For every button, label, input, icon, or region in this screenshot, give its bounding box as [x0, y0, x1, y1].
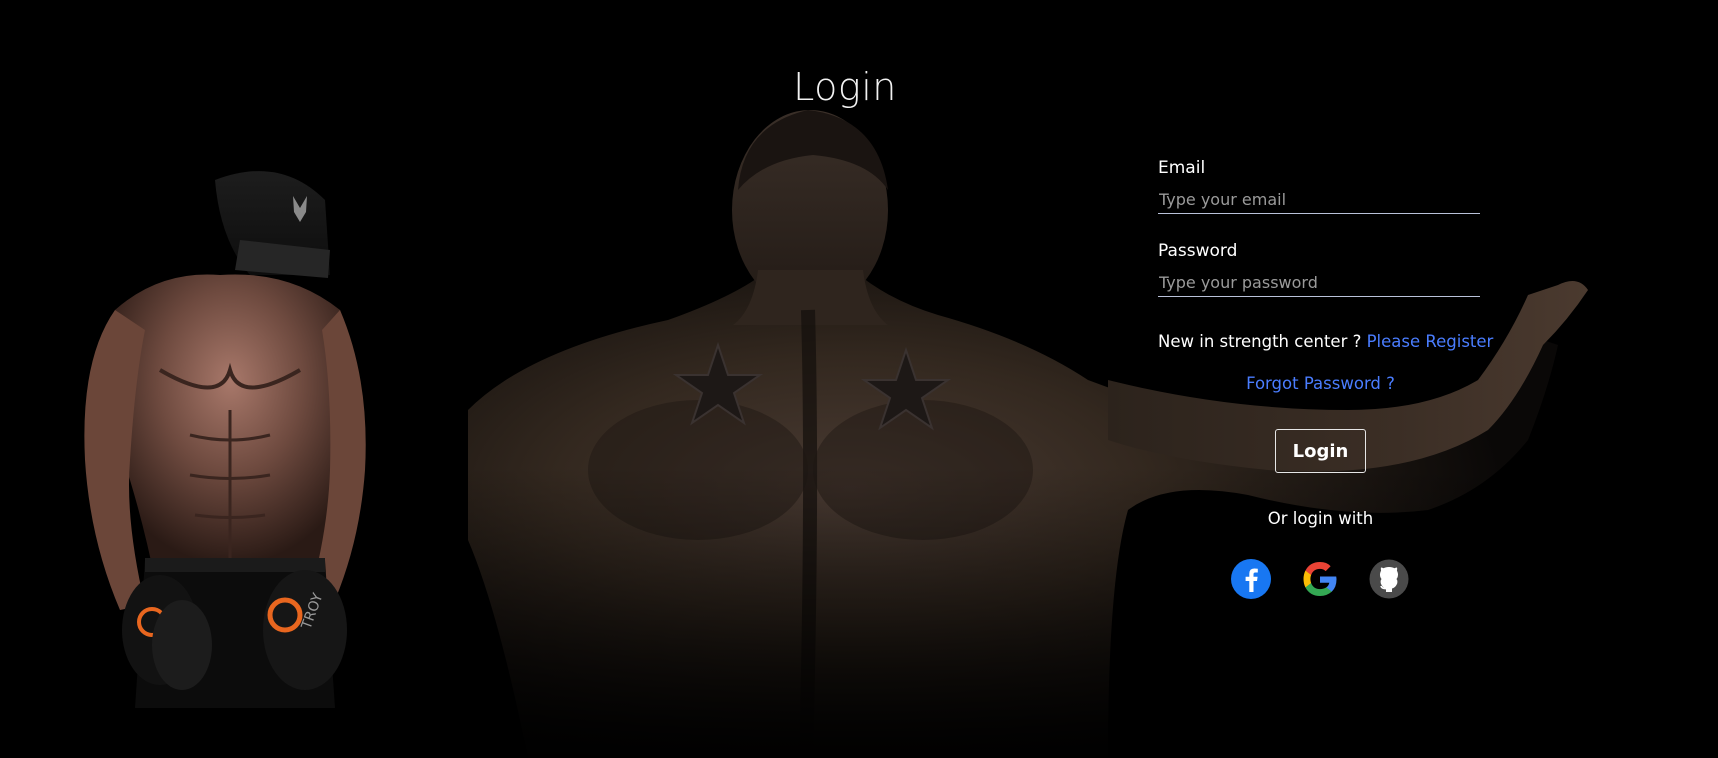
github-icon	[1369, 559, 1409, 599]
hero-back-photo	[468, 110, 1698, 758]
forgot-password-link[interactable]: Forgot Password ?	[1246, 374, 1395, 393]
or-login-with-text: Or login with	[1267, 509, 1374, 528]
register-prompt: New in strength center ? Please Register	[1158, 332, 1493, 351]
login-page: TROY Login Email Password New in strengt…	[0, 0, 1718, 758]
social-login-row	[1231, 559, 1411, 599]
password-label: Password	[1158, 241, 1238, 261]
google-login-button[interactable]	[1300, 559, 1340, 599]
password-input[interactable]	[1158, 273, 1480, 297]
facebook-icon	[1231, 559, 1271, 599]
email-label: Email	[1158, 158, 1206, 178]
password-field-group: Password	[1158, 241, 1483, 297]
register-link[interactable]: Please Register	[1367, 332, 1494, 351]
facebook-login-button[interactable]	[1231, 559, 1271, 599]
github-login-button[interactable]	[1369, 559, 1409, 599]
email-field-group: Email	[1158, 158, 1483, 214]
email-input[interactable]	[1158, 190, 1480, 214]
login-button[interactable]: Login	[1275, 429, 1366, 473]
forgot-password-row: Forgot Password ?	[1158, 374, 1483, 393]
athlete-dumbbell-photo: TROY	[60, 160, 390, 708]
register-prompt-text: New in strength center ?	[1158, 332, 1362, 351]
google-icon	[1303, 562, 1337, 596]
login-form: Email Password	[1158, 158, 1483, 321]
page-title: Login	[793, 65, 897, 110]
